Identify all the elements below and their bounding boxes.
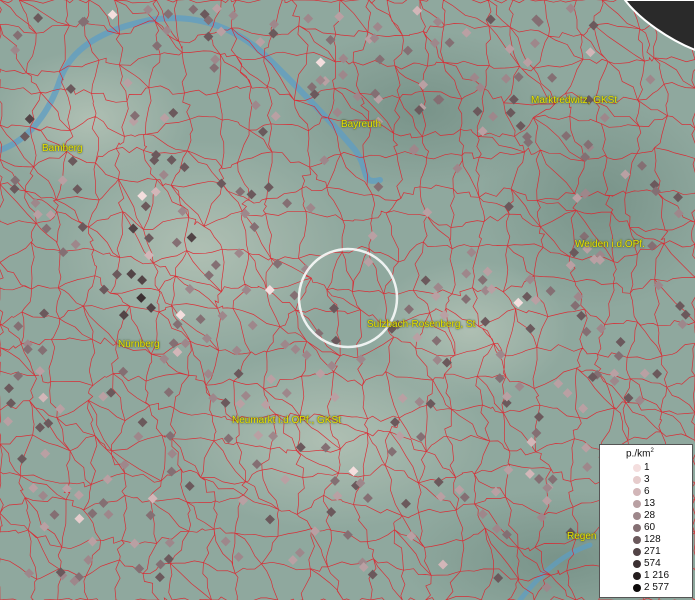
city-label-sulzbach-rosenberg[interactable]: Sulzbach-Rosenberg, St: [367, 319, 475, 330]
legend-row: 6: [600, 486, 692, 498]
city-label-bamberg[interactable]: Bamberg: [42, 143, 83, 154]
legend-swatch: [633, 488, 641, 496]
legend-row: 2 577: [600, 582, 692, 594]
legend-label: 271: [644, 546, 661, 557]
legend-row: 28: [600, 510, 692, 522]
legend-row: 1 216: [600, 570, 692, 582]
map-canvas[interactable]: [0, 0, 695, 600]
legend-label: 128: [644, 534, 661, 545]
legend-title-text: p./km: [626, 448, 651, 460]
legend-row: 1: [600, 462, 692, 474]
legend-swatch: [633, 536, 641, 544]
legend-label: 3: [644, 474, 650, 485]
legend-label: 13: [644, 498, 656, 509]
legend-label: 60: [644, 522, 656, 533]
legend-swatch: [633, 524, 641, 532]
city-label-bayreuth[interactable]: Bayreuth: [341, 119, 381, 130]
legend-row: 13: [600, 498, 692, 510]
city-label-weiden[interactable]: Weiden i.d.OPf.: [575, 239, 645, 250]
legend-title-sup: 2: [650, 448, 654, 454]
legend-swatch: [633, 500, 641, 508]
legend-label: 574: [644, 558, 661, 569]
legend-swatch: [633, 560, 641, 568]
legend-swatch: [633, 572, 641, 580]
legend-label: 1 216: [644, 570, 670, 581]
legend-label: 1: [644, 462, 650, 473]
legend-swatch: [633, 512, 641, 520]
legend-swatch: [633, 548, 641, 556]
legend-label: 6: [644, 486, 650, 497]
legend-row: 128: [600, 534, 692, 546]
legend-row: 60: [600, 522, 692, 534]
city-label-marktredwitz[interactable]: Marktredwitz, GKSt: [531, 95, 617, 106]
density-legend: p./km2 1 3 6 13 28 60 128 271 574 1 216 …: [599, 444, 693, 598]
legend-row: 3: [600, 474, 692, 486]
legend-title: p./km2: [626, 448, 654, 459]
legend-label: 2 577: [644, 582, 670, 593]
legend-row: 574: [600, 558, 692, 570]
city-label-neumarkt[interactable]: Neumarkt i.d.OPf., GKSt: [232, 415, 341, 426]
legend-label: 28: [644, 510, 656, 521]
legend-swatch: [633, 584, 641, 592]
city-label-nurnberg[interactable]: Nürnberg: [118, 339, 160, 350]
legend-swatch: [633, 464, 641, 472]
legend-row: 271: [600, 546, 692, 558]
legend-swatch: [633, 476, 641, 484]
city-label-regen[interactable]: Regen: [567, 531, 596, 542]
